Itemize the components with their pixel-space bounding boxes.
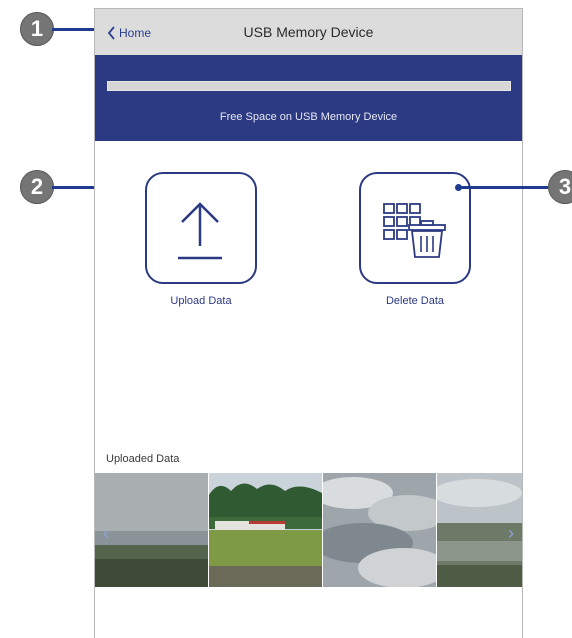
callout-2: 2 xyxy=(20,170,54,204)
delete-data-button[interactable] xyxy=(359,172,471,284)
callout-3: 3 xyxy=(548,170,572,204)
app-screen: Home USB Memory Device Free Space on USB… xyxy=(94,8,523,638)
callout-3-leader xyxy=(458,186,552,189)
carousel-next-arrow[interactable]: › xyxy=(504,523,518,543)
uploaded-thumbnail[interactable] xyxy=(209,473,322,587)
uploaded-thumbnail[interactable] xyxy=(323,473,436,587)
uploaded-data-heading: Uploaded Data xyxy=(106,453,180,465)
upload-data-label: Upload Data xyxy=(170,295,232,307)
uploaded-thumbnail-strip: ‹ › xyxy=(95,473,522,587)
storage-banner: Free Space on USB Memory Device xyxy=(95,55,522,141)
callout-1: 1 xyxy=(20,12,54,46)
grid-trash-icon xyxy=(383,203,446,258)
free-space-bar xyxy=(107,81,511,91)
upload-icon xyxy=(178,202,222,260)
carousel-prev-arrow[interactable]: ‹ xyxy=(99,523,113,543)
delete-data-label: Delete Data xyxy=(385,295,445,307)
free-space-label: Free Space on USB Memory Device xyxy=(219,111,398,123)
navigation-bar: Home USB Memory Device xyxy=(95,9,522,55)
callout-3-leader-dot xyxy=(455,184,462,191)
page-title: USB Memory Device xyxy=(243,24,374,40)
upload-data-button[interactable] xyxy=(145,172,257,284)
